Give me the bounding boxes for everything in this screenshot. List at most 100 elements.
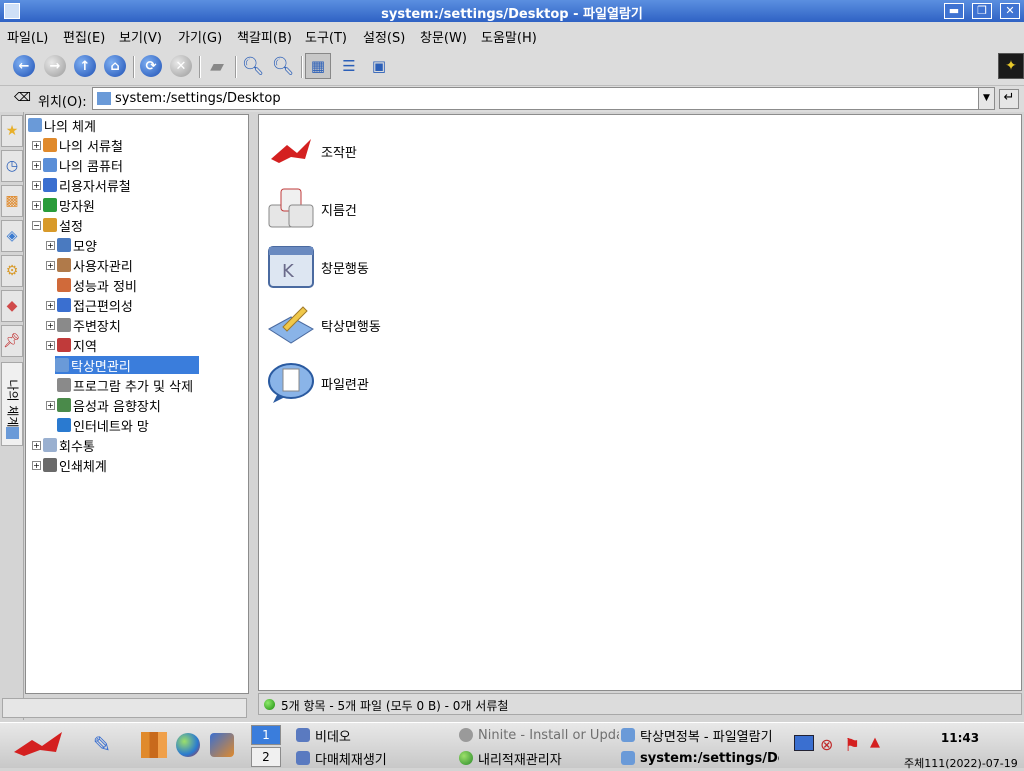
expand-icon[interactable]: + — [32, 200, 41, 210]
task-media-player[interactable]: 다매체재생기 — [296, 747, 456, 769]
task-settings-explorer[interactable]: system:/settings/Desktop — [621, 747, 779, 769]
print-button[interactable]: ▰ — [204, 53, 230, 79]
keyboard-tray-icon[interactable]: ⚑ — [844, 735, 866, 756]
menu-view[interactable]: 보기(V) — [119, 27, 162, 46]
tree-item[interactable]: 성능과 정비 — [46, 276, 137, 295]
clock[interactable]: 11:43 — [928, 731, 992, 745]
expand-icon[interactable]: + — [32, 140, 41, 150]
minimize-button[interactable]: ▬ — [944, 3, 964, 19]
tree-item[interactable]: + 사용자관리 — [46, 256, 133, 275]
menu-help[interactable]: 도움말(H) — [481, 27, 537, 46]
task-download-manager[interactable]: 내리적재관리자 — [459, 747, 619, 769]
maximize-button[interactable]: ❐ — [972, 3, 992, 19]
tree-root[interactable]: 나의 체계 — [28, 116, 96, 135]
zoom-in-button[interactable]: 🔍︎ — [240, 53, 266, 79]
tree-item[interactable]: + 리용자서류철 — [32, 176, 131, 195]
stop-button[interactable]: ✕ — [168, 53, 194, 79]
icon-item[interactable]: 조작판 — [267, 127, 567, 175]
tree-item[interactable]: + 주변장치 — [46, 316, 121, 335]
tab-bookmarks[interactable]: ★ — [1, 115, 23, 147]
tree-item[interactable]: 인터네트와 망 — [46, 416, 149, 435]
menu-settings[interactable]: 설정(S) — [363, 27, 405, 46]
volume-tray-icon[interactable]: ⊗ — [820, 735, 842, 755]
expand-icon[interactable]: + — [46, 240, 55, 250]
notification-tray-icon[interactable]: ▲ — [870, 735, 888, 755]
network-tray-icon[interactable] — [794, 735, 816, 755]
tab-pins[interactable]: 📌︎ — [1, 325, 23, 357]
tree-item[interactable]: + 모양 — [46, 236, 97, 255]
tree-item[interactable]: + 나의 서류철 — [32, 136, 123, 155]
icon-label: 탁상면행동 — [321, 319, 381, 335]
launcher-files[interactable] — [138, 729, 170, 761]
menu-bar: 파일(L) 편집(E) 보기(V) 가기(G) 책갈피(B) 도구(T) 설정(… — [0, 22, 1024, 48]
menu-window[interactable]: 창문(W) — [420, 27, 467, 46]
tree-item[interactable]: + 접근편의성 — [46, 296, 133, 315]
location-input[interactable]: system:/settings/Desktop ▼ — [92, 87, 995, 110]
expand-icon[interactable]: + — [46, 340, 55, 350]
start-menu-button[interactable] — [10, 729, 70, 761]
task-label: system:/settings/Desktop — [640, 750, 779, 766]
task-video[interactable]: 비데오 — [296, 724, 456, 746]
tab-services[interactable]: ⚙ — [1, 255, 23, 287]
launcher-media[interactable] — [206, 729, 238, 761]
tab-network[interactable]: ◈ — [1, 220, 23, 252]
home-folder-icon: ▩ — [5, 193, 19, 209]
pane-splitter[interactable] — [249, 114, 257, 694]
reload-button[interactable]: ⟳ — [138, 53, 164, 79]
expand-icon[interactable]: + — [32, 160, 41, 170]
forward-button[interactable]: → — [42, 53, 68, 79]
icon-item[interactable]: K 창문행동 — [267, 243, 567, 291]
star-icon: ★ — [5, 123, 19, 139]
desktop-1-button[interactable]: 1 — [251, 725, 281, 745]
icon-item[interactable]: 파일련관 — [267, 359, 567, 407]
tree-item[interactable]: + 음성과 음향장치 — [46, 396, 161, 415]
task-ninite[interactable]: Ninite - Install or Update — [459, 724, 619, 746]
icon-item[interactable]: 지름건 — [267, 185, 567, 233]
expand-icon[interactable]: + — [32, 180, 41, 190]
home-button[interactable]: ⌂ — [102, 53, 128, 79]
menu-tools[interactable]: 도구(T) — [305, 27, 347, 46]
zoom-out-button[interactable]: 🔍︎ — [270, 53, 296, 79]
menu-bookmarks[interactable]: 책갈피(B) — [237, 27, 292, 46]
desktop-2-button[interactable]: 2 — [251, 747, 281, 767]
expand-icon[interactable]: + — [32, 440, 41, 450]
tree-item[interactable]: + 인쇄체계 — [32, 456, 107, 475]
tree-item[interactable]: + 지역 — [46, 336, 97, 355]
launcher-browser[interactable] — [172, 729, 204, 761]
window-titlebar[interactable]: system:/settings/Desktop - 파일열람기 ▬ ❐ ✕ — [0, 0, 1024, 22]
up-button[interactable]: ↑ — [72, 53, 98, 79]
tree-item[interactable]: + 회수통 — [32, 436, 95, 455]
tree-item[interactable]: 탁상면관리 — [55, 356, 199, 375]
launcher-desktop[interactable]: ✎ — [86, 729, 118, 761]
icon-item[interactable]: 탁상면행동 — [267, 301, 567, 349]
tree-item[interactable]: 프로그람 추가 및 삭제 — [46, 376, 193, 395]
expand-icon[interactable]: + — [46, 320, 55, 330]
tab-my-system[interactable]: 나의 체계 — [1, 362, 23, 446]
folder-tree[interactable]: 나의 체계 + 나의 서류철 + 나의 콤퓨터 + 리용자서류철 + 망자원 − 설정 + 모양 + 사용… — [25, 114, 249, 694]
expand-icon[interactable]: + — [46, 400, 55, 410]
go-button[interactable]: ↵ — [999, 89, 1019, 109]
tab-media[interactable]: ◆ — [1, 290, 23, 322]
back-button[interactable]: ← — [11, 53, 37, 79]
books-icon — [141, 732, 167, 758]
menu-file[interactable]: 파일(L) — [7, 27, 48, 46]
icon-view[interactable]: 조작판 지름건 K 창문행동 탁상면행동 파일련관 — [258, 114, 1022, 691]
tab-history[interactable]: ◷ — [1, 150, 23, 182]
location-dropdown-button[interactable]: ▼ — [978, 88, 994, 109]
expand-icon[interactable]: + — [32, 460, 41, 470]
expand-icon[interactable]: + — [46, 300, 55, 310]
tab-home[interactable]: ▩ — [1, 185, 23, 217]
task-desktop-explorer[interactable]: 탁상면정복 - 파일열람기 — [621, 724, 781, 746]
detail-view-button[interactable]: ☰ — [336, 53, 362, 79]
tree-item[interactable]: + 망자원 — [32, 196, 95, 215]
close-button[interactable]: ✕ — [1000, 3, 1020, 19]
clear-location-button[interactable]: ⌫ — [14, 90, 32, 106]
collapse-icon[interactable]: − — [32, 220, 41, 230]
icon-view-button[interactable]: ▦ — [305, 53, 331, 79]
tree-item[interactable]: − 설정 — [32, 216, 83, 235]
preview-button[interactable]: ▣ — [366, 53, 392, 79]
menu-edit[interactable]: 편집(E) — [63, 27, 105, 46]
tree-item[interactable]: + 나의 콤퓨터 — [32, 156, 123, 175]
expand-icon[interactable]: + — [46, 260, 55, 270]
menu-go[interactable]: 가기(G) — [178, 27, 222, 46]
